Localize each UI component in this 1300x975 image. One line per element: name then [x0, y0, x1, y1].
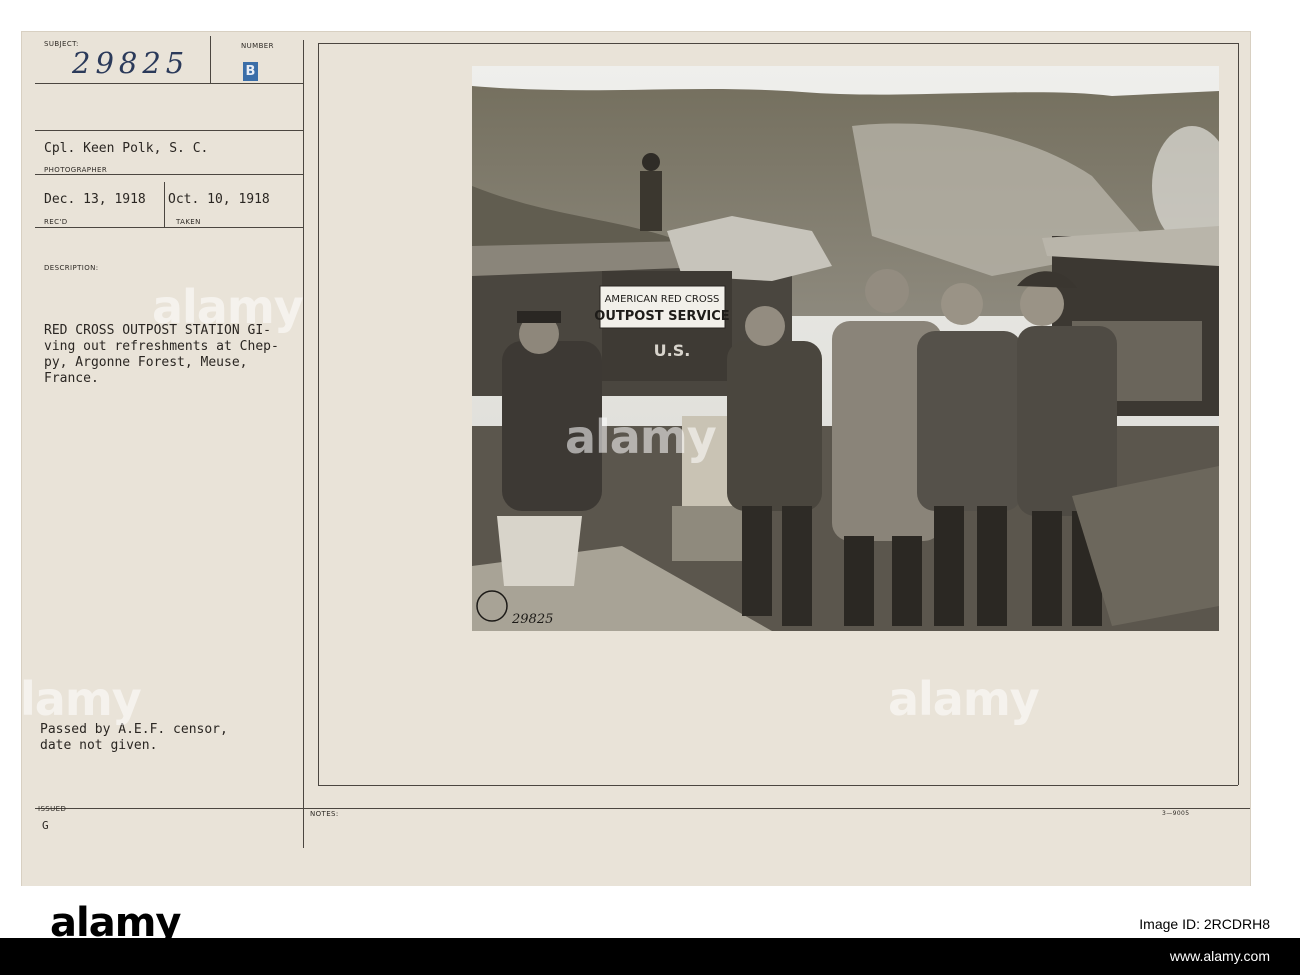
- received-date: Dec. 13, 1918: [44, 192, 146, 207]
- photographer-label: PHOTOGRAPHER: [44, 166, 108, 174]
- photograph: AMERICAN RED CROSS OUTPOST SERVICE U.S.: [472, 66, 1219, 631]
- watermark: alamy: [565, 410, 717, 464]
- subject-number-handwritten: 29825: [72, 46, 190, 80]
- rule-subject: [35, 83, 303, 84]
- photo-stamp-number: 29825: [511, 612, 553, 627]
- footer-bar: [0, 938, 1300, 975]
- rule-top: [35, 130, 303, 131]
- image-id: Image ID: 2RCDRH8: [1139, 916, 1270, 932]
- footer-url[interactable]: www.alamy.com: [1170, 948, 1270, 964]
- number-label: NUMBER: [241, 42, 274, 50]
- notes-label: NOTES:: [310, 810, 339, 818]
- rule-dates-divider: [164, 182, 165, 227]
- description-line-4: France.: [44, 371, 99, 386]
- photo-frame-right: [1238, 43, 1239, 785]
- description-line-3: py, Argonne Forest, Meuse,: [44, 355, 248, 370]
- rule-photographer: [35, 174, 303, 175]
- photo-frame-left: [318, 43, 319, 785]
- sign-line-3: U.S.: [654, 341, 691, 360]
- sign-line-1: AMERICAN RED CROSS: [605, 294, 720, 305]
- censor-line-2: date not given.: [40, 738, 158, 753]
- photo-frame-top: [318, 43, 1238, 44]
- description-label: DESCRIPTION:: [44, 264, 99, 272]
- rule-subject-divider: [210, 36, 211, 83]
- number-stamp: B: [243, 62, 258, 81]
- issued-value: G: [42, 819, 49, 832]
- photo-frame-bottom: [318, 785, 1238, 786]
- taken-date: Oct. 10, 1918: [168, 192, 270, 207]
- form-code: 3—9005: [1162, 810, 1190, 817]
- received-label: REC'D: [44, 218, 68, 226]
- rule-dates: [35, 227, 303, 228]
- watermark: alamy: [152, 280, 304, 334]
- taken-label: TAKEN: [176, 218, 201, 226]
- rule-left-column: [303, 40, 304, 848]
- description-line-2: ving out refreshments at Chep-: [44, 339, 279, 354]
- watermark: alamy: [0, 672, 142, 726]
- rule-bottom: [35, 808, 1250, 809]
- watermark: alamy: [888, 672, 1040, 726]
- photographer-name: Cpl. Keen Polk, S. C.: [44, 141, 209, 156]
- issued-label: ISSUED: [38, 805, 67, 813]
- sign-line-2: OUTPOST SERVICE: [594, 309, 729, 324]
